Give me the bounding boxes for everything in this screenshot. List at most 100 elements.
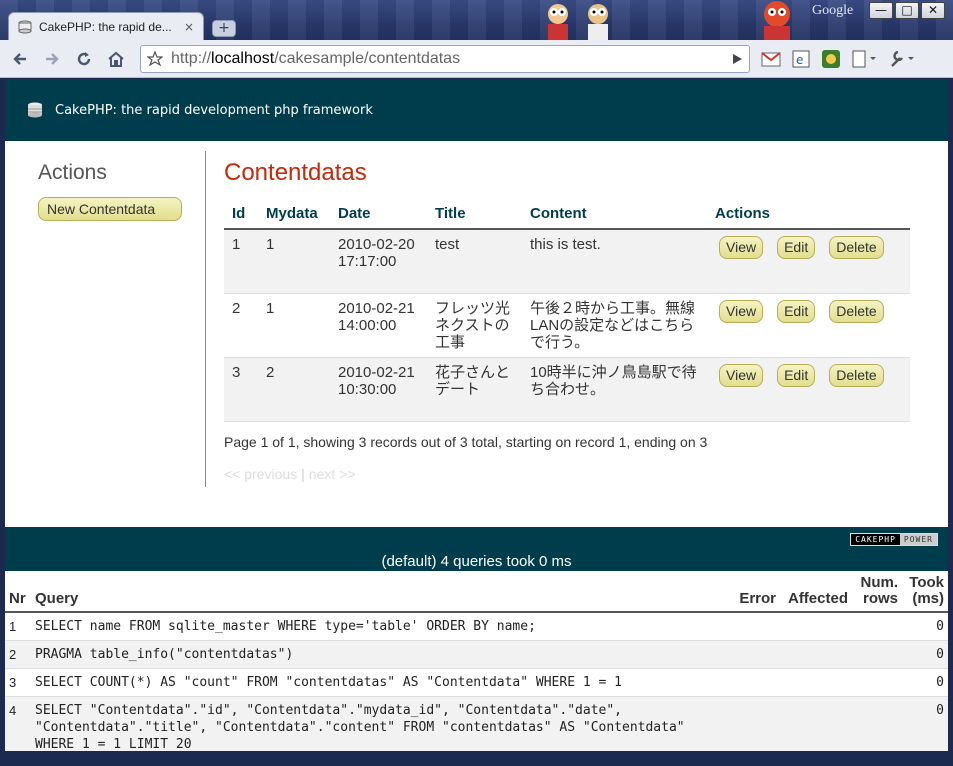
sql-cell-affected <box>780 668 852 697</box>
table-row: 3 2 2010-02-21 10:30:00 花子さんとデート 10時半に沖ノ… <box>224 357 910 422</box>
home-button[interactable] <box>102 45 130 73</box>
cell-title: test <box>427 229 522 294</box>
theme-mascot-image <box>548 4 608 40</box>
edit-button[interactable]: Edit <box>777 299 816 323</box>
delete-button[interactable]: Delete <box>829 299 884 323</box>
edit-button[interactable]: Edit <box>777 236 816 259</box>
go-arrow-icon[interactable] <box>731 53 743 65</box>
wrench-menu-icon[interactable] <box>888 48 918 70</box>
gmail-icon[interactable] <box>760 48 782 70</box>
web-page: CakePHP: the rapid development php frame… <box>5 79 948 766</box>
cell-title: フレッツ光ネクストの工事 <box>427 293 522 358</box>
sql-cell-query: SELECT COUNT(*) AS "count" FROM "content… <box>31 668 732 697</box>
new-tab-button[interactable]: + <box>212 20 236 37</box>
sql-cell-nr: 1 <box>5 612 31 641</box>
site-title-link[interactable]: CakePHP: the rapid development php frame… <box>55 103 373 118</box>
bookmark-star-icon[interactable] <box>147 51 163 67</box>
sql-column-nr: Nr <box>5 571 31 613</box>
sql-cell-num-rows <box>852 640 902 669</box>
page-menu-icon[interactable] <box>850 48 880 70</box>
sql-row: 3 SELECT COUNT(*) AS "count" FROM "conte… <box>5 668 948 697</box>
maximize-button[interactable]: □ <box>895 2 919 19</box>
view-button[interactable]: View <box>719 236 764 259</box>
column-header-actions: Actions <box>707 201 910 230</box>
previous-page-link[interactable]: << previous <box>224 466 297 482</box>
delete-button[interactable]: Delete <box>829 236 884 259</box>
url-path: /cakesample/contentdatas <box>274 50 461 67</box>
cell-actions: View Edit Delete <box>707 357 910 422</box>
back-button[interactable] <box>6 45 34 73</box>
next-page-link[interactable]: next >> <box>309 466 356 482</box>
sql-cell-error <box>732 696 780 759</box>
cell-id: 2 <box>224 293 258 358</box>
forward-arrow-icon <box>46 52 59 65</box>
ie-tab-icon[interactable]: e <box>790 48 812 70</box>
address-bar[interactable]: http://localhost/cakesample/contentdatas <box>140 45 750 73</box>
cell-mydata: 1 <box>258 293 330 358</box>
site-header: CakePHP: the rapid development php frame… <box>5 79 948 141</box>
sql-cell-took: 0 <box>902 612 948 641</box>
column-header-id[interactable]: Id <box>224 201 258 230</box>
delete-button[interactable]: Delete <box>829 363 884 387</box>
content-area: Actions New Contentdata Contentdatas Id … <box>5 141 948 525</box>
contentdatas-table: Id Mydata Date Title Content Actions 1 1… <box>224 201 910 422</box>
edit-button[interactable]: Edit <box>777 363 816 387</box>
new-contentdata-button[interactable]: New Contentdata <box>38 197 182 221</box>
tab-title: CakePHP: the rapid de... <box>39 19 172 34</box>
view-button[interactable]: View <box>719 363 764 387</box>
cell-content: this is test. <box>522 229 707 294</box>
home-icon <box>108 51 124 67</box>
theme-mascot-image <box>764 1 790 40</box>
power-badge-left: CAKEPHP <box>851 534 900 545</box>
sql-cell-query: SELECT name FROM sqlite_master WHERE typ… <box>31 612 732 641</box>
minimize-button[interactable]: — <box>869 2 893 19</box>
sql-cell-took: 0 <box>902 668 948 697</box>
sql-row: 4 SELECT "Contentdata"."id", "Contentdat… <box>5 696 948 759</box>
table-row: 2 1 2010-02-21 14:00:00 フレッツ光ネクストの工事 午後２… <box>224 293 910 358</box>
cakephp-power-badge[interactable]: CAKEPHP POWER <box>850 533 938 546</box>
close-window-button[interactable]: ✕ <box>921 2 945 19</box>
column-header-content[interactable]: Content <box>522 201 707 230</box>
browser-tab[interactable]: CakePHP: the rapid de... × <box>8 12 204 40</box>
reload-button[interactable] <box>70 45 98 73</box>
sql-header-row: Nr Query Error Affected Num. rows Took (… <box>5 571 948 613</box>
cakephp-favicon-icon <box>18 20 32 33</box>
sql-cell-error <box>732 640 780 669</box>
column-header-date[interactable]: Date <box>330 201 427 230</box>
sql-cell-nr: 2 <box>5 640 31 669</box>
sidebar-heading: Actions <box>38 161 107 184</box>
column-header-title[interactable]: Title <box>427 201 522 230</box>
window-controls: — □ ✕ <box>869 2 945 19</box>
cell-date: 2010-02-21 14:00:00 <box>330 293 427 358</box>
extension-icon[interactable] <box>820 48 842 70</box>
sql-cell-took: 0 <box>902 640 948 669</box>
main-content: Contentdatas Id Mydata Date Title Conten… <box>224 159 914 482</box>
forward-button[interactable] <box>38 45 66 73</box>
svg-text:e: e <box>796 53 803 67</box>
sql-cell-query: PRAGMA table_info("contentdatas") <box>31 640 732 669</box>
browser-titlebar: CakePHP: the rapid de... × + Google — □ … <box>0 0 953 40</box>
cell-id: 1 <box>224 229 258 294</box>
column-header-mydata[interactable]: Mydata <box>258 201 330 230</box>
paging-separator: | <box>301 465 305 482</box>
sql-cell-num-rows <box>852 668 902 697</box>
back-arrow-icon <box>13 52 26 65</box>
cell-content: 10時半に沖ノ鳥島駅で待ち合わせ。 <box>522 357 707 422</box>
sql-row: 1 SELECT name FROM sqlite_master WHERE t… <box>5 612 948 641</box>
sql-cell-query: SELECT "Contentdata"."id", "Contentdata"… <box>31 696 732 759</box>
sql-log-table: Nr Query Error Affected Num. rows Took (… <box>5 571 948 759</box>
sql-column-took: Took (ms) <box>902 571 948 613</box>
url-prefix: http:// <box>171 50 212 67</box>
sql-cell-nr: 3 <box>5 668 31 697</box>
cell-title: 花子さんとデート <box>427 357 522 422</box>
tab-close-icon[interactable]: × <box>183 20 195 34</box>
cell-date: 2010-02-20 17:17:00 <box>330 229 427 294</box>
cell-mydata: 1 <box>258 229 330 294</box>
view-button[interactable]: View <box>719 299 764 323</box>
sql-cell-affected <box>780 612 852 641</box>
cell-actions: View Edit Delete <box>707 293 910 358</box>
cakephp-logo-icon <box>28 102 42 118</box>
page-title: Contentdatas <box>224 159 367 186</box>
sql-column-error: Error <box>732 571 780 613</box>
url-text[interactable]: http://localhost/cakesample/contentdatas <box>171 50 723 68</box>
